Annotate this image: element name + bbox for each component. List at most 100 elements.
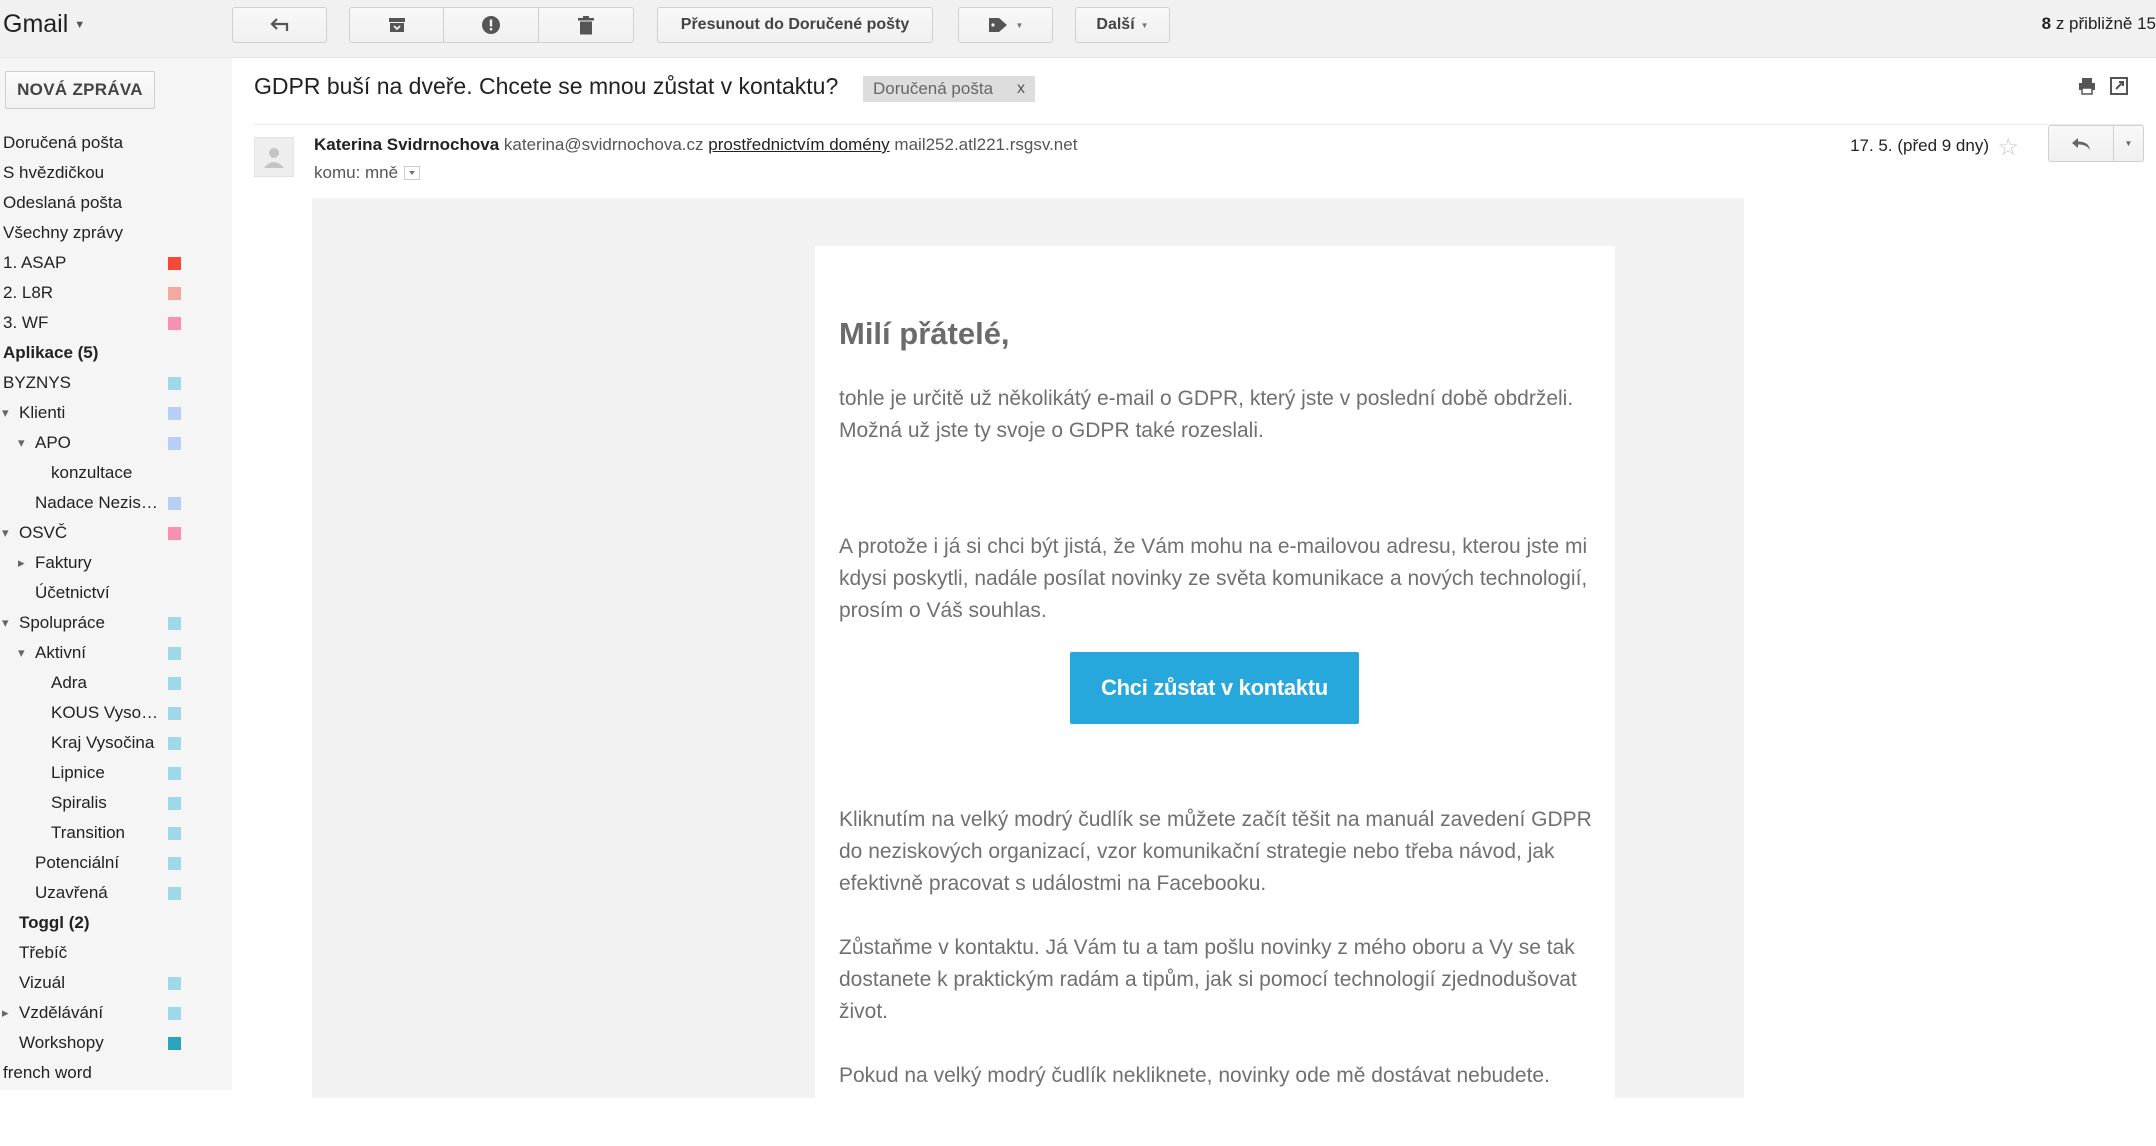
show-details-dropdown[interactable] [404, 165, 421, 180]
more-actions-button[interactable]: ▼ [2114, 125, 2144, 162]
sidebar-item[interactable]: Uzavřená [0, 878, 232, 908]
sidebar-item[interactable]: 1. ASAP [0, 248, 232, 278]
more-button[interactable]: Další ▼ [1075, 7, 1170, 43]
label-color-swatch[interactable] [168, 647, 181, 660]
label-color-swatch[interactable] [168, 527, 181, 540]
sidebar-item-label: Odeslaná pošta [3, 193, 123, 212]
label-color-swatch[interactable] [168, 677, 181, 690]
via-domain-link[interactable]: prostřednictvím domény [708, 135, 889, 154]
label-color-swatch[interactable] [168, 797, 181, 810]
sidebar-item-label: Uzavřená [35, 883, 108, 902]
sidebar-item[interactable]: Vizuál [0, 968, 232, 998]
sidebar-item-label: Vizuál [19, 973, 65, 992]
sidebar-item[interactable]: Všechny zprávy [0, 218, 232, 248]
sidebar-item[interactable]: ▾ OSVČ [0, 518, 232, 548]
label-color-swatch[interactable] [168, 767, 181, 780]
label-color-swatch[interactable] [168, 377, 181, 390]
delete-button[interactable] [539, 7, 634, 43]
sidebar-item[interactable]: Aplikace (5) [0, 338, 232, 368]
sidebar-item[interactable]: Workshopy [0, 1028, 232, 1058]
label-color-swatch[interactable] [168, 887, 181, 900]
sidebar-item[interactable]: Toggl (2) [0, 908, 232, 938]
pager-rest: z přibližně 15 [2051, 14, 2156, 33]
remove-label-button[interactable]: x [1017, 76, 1025, 102]
sidebar-item[interactable]: Doručená pošta [0, 128, 232, 158]
sidebar-item[interactable]: Potenciální [0, 848, 232, 878]
label-color-swatch[interactable] [168, 977, 181, 990]
collapse-arrow-icon[interactable]: ▾ [2, 398, 9, 428]
label-list: Doručená pošta S hvězdičkou Odeslaná pošta… [0, 128, 232, 1090]
sidebar-item[interactable]: Spiralis [0, 788, 232, 818]
label-chip: Doručená pošta x [863, 76, 1036, 102]
sidebar-item[interactable]: KOUS Vysočina [0, 698, 232, 728]
sidebar-item[interactable]: BYZNYS [0, 368, 232, 398]
expand-arrow-icon[interactable]: ▸ [18, 548, 25, 578]
sidebar-item[interactable]: Odeslaná pošta [0, 188, 232, 218]
sidebar-item-label: french word [3, 1063, 92, 1082]
labels-button[interactable]: ▼ [958, 7, 1053, 43]
label-color-swatch[interactable] [168, 617, 181, 630]
sidebar-item[interactable]: S hvězdičkou [0, 158, 232, 188]
sidebar-item[interactable]: ▸ Faktury [0, 548, 232, 578]
label-color-swatch[interactable] [168, 407, 181, 420]
sidebar-item-label: Účetnictví [35, 583, 110, 602]
label-color-swatch[interactable] [168, 497, 181, 510]
sidebar-item-label: S hvězdičkou [3, 163, 105, 182]
sidebar-item[interactable]: ▾ Aktivní [0, 638, 232, 668]
sidebar-item-label: 1. ASAP [3, 253, 67, 272]
collapse-arrow-icon[interactable]: ▾ [18, 638, 25, 668]
star-icon[interactable]: ☆ [1997, 133, 2019, 162]
reply-button[interactable] [2048, 125, 2114, 162]
move-to-inbox-button[interactable]: Přesunout do Doručené pošty [657, 7, 933, 43]
sidebar-item[interactable]: konzultace [0, 458, 232, 488]
label-color-swatch[interactable] [168, 437, 181, 450]
sidebar-item[interactable]: Transition [0, 818, 232, 848]
sidebar-item-label: Faktury [35, 553, 92, 572]
sidebar-item-label: Spiralis [51, 793, 107, 812]
sidebar-item-label: Aktivní [35, 643, 87, 662]
sender-name[interactable]: Katerina Svidrnochova [314, 135, 499, 154]
archive-button[interactable] [349, 7, 444, 43]
label-color-swatch[interactable] [168, 1007, 181, 1020]
more-label: Další [1096, 16, 1135, 33]
sidebar-item[interactable]: Kraj Vysočina [0, 728, 232, 758]
stay-in-touch-button[interactable]: Chci zůstat v kontaktu [1070, 652, 1359, 724]
sidebar-item[interactable]: Adra [0, 668, 232, 698]
label-color-swatch[interactable] [168, 1037, 181, 1050]
label-color-swatch[interactable] [168, 827, 181, 840]
email-subject: GDPR buší na dveře. Chcete se mnou zůsta… [254, 73, 839, 99]
action-button-group [349, 7, 634, 43]
sidebar-item[interactable]: 3. WF [0, 308, 232, 338]
trash-icon [578, 15, 594, 34]
sidebar-item[interactable]: 2. L8R [0, 278, 232, 308]
label-color-swatch[interactable] [168, 857, 181, 870]
sidebar-item[interactable]: Třebíč [0, 938, 232, 968]
collapse-arrow-icon[interactable]: ▾ [2, 608, 9, 638]
newsletter-paragraph-1: tohle je určitě už několikátý e-mail o G… [839, 387, 1574, 442]
collapse-arrow-icon[interactable]: ▾ [2, 518, 9, 548]
gmail-menu[interactable]: Gmail ▼ [3, 10, 85, 39]
print-icon[interactable] [2078, 77, 2096, 95]
sidebar-item[interactable]: ▸ Vzdělávání [0, 998, 232, 1028]
label-color-swatch[interactable] [168, 707, 181, 720]
label-color-swatch[interactable] [168, 257, 181, 270]
open-in-new-window-icon[interactable] [2110, 77, 2128, 95]
label-color-swatch[interactable] [168, 287, 181, 300]
sidebar-item[interactable]: ▾ Klienti [0, 398, 232, 428]
compose-button[interactable]: NOVÁ ZPRÁVA [5, 71, 155, 109]
label-color-swatch[interactable] [168, 737, 181, 750]
via-host: mail252.atl221.rsgsv.net [894, 135, 1078, 154]
expand-arrow-icon[interactable]: ▸ [2, 998, 9, 1028]
sidebar-item[interactable]: Lipnice [0, 758, 232, 788]
sidebar-item[interactable]: Nadace Neziskovky [0, 488, 232, 518]
report-spam-button[interactable] [444, 7, 539, 43]
sidebar-item[interactable]: french word [0, 1058, 232, 1088]
sidebar-item[interactable]: Účetnictví [0, 578, 232, 608]
sidebar-item-label: Spolupráce [19, 613, 106, 632]
sidebar-item[interactable]: ▾ Spolupráce [0, 608, 232, 638]
back-button[interactable] [232, 7, 327, 43]
sidebar-item-label: BYZNYS [3, 373, 72, 392]
sidebar-item[interactable]: ▾ APO [0, 428, 232, 458]
collapse-arrow-icon[interactable]: ▾ [18, 428, 25, 458]
label-color-swatch[interactable] [168, 317, 181, 330]
